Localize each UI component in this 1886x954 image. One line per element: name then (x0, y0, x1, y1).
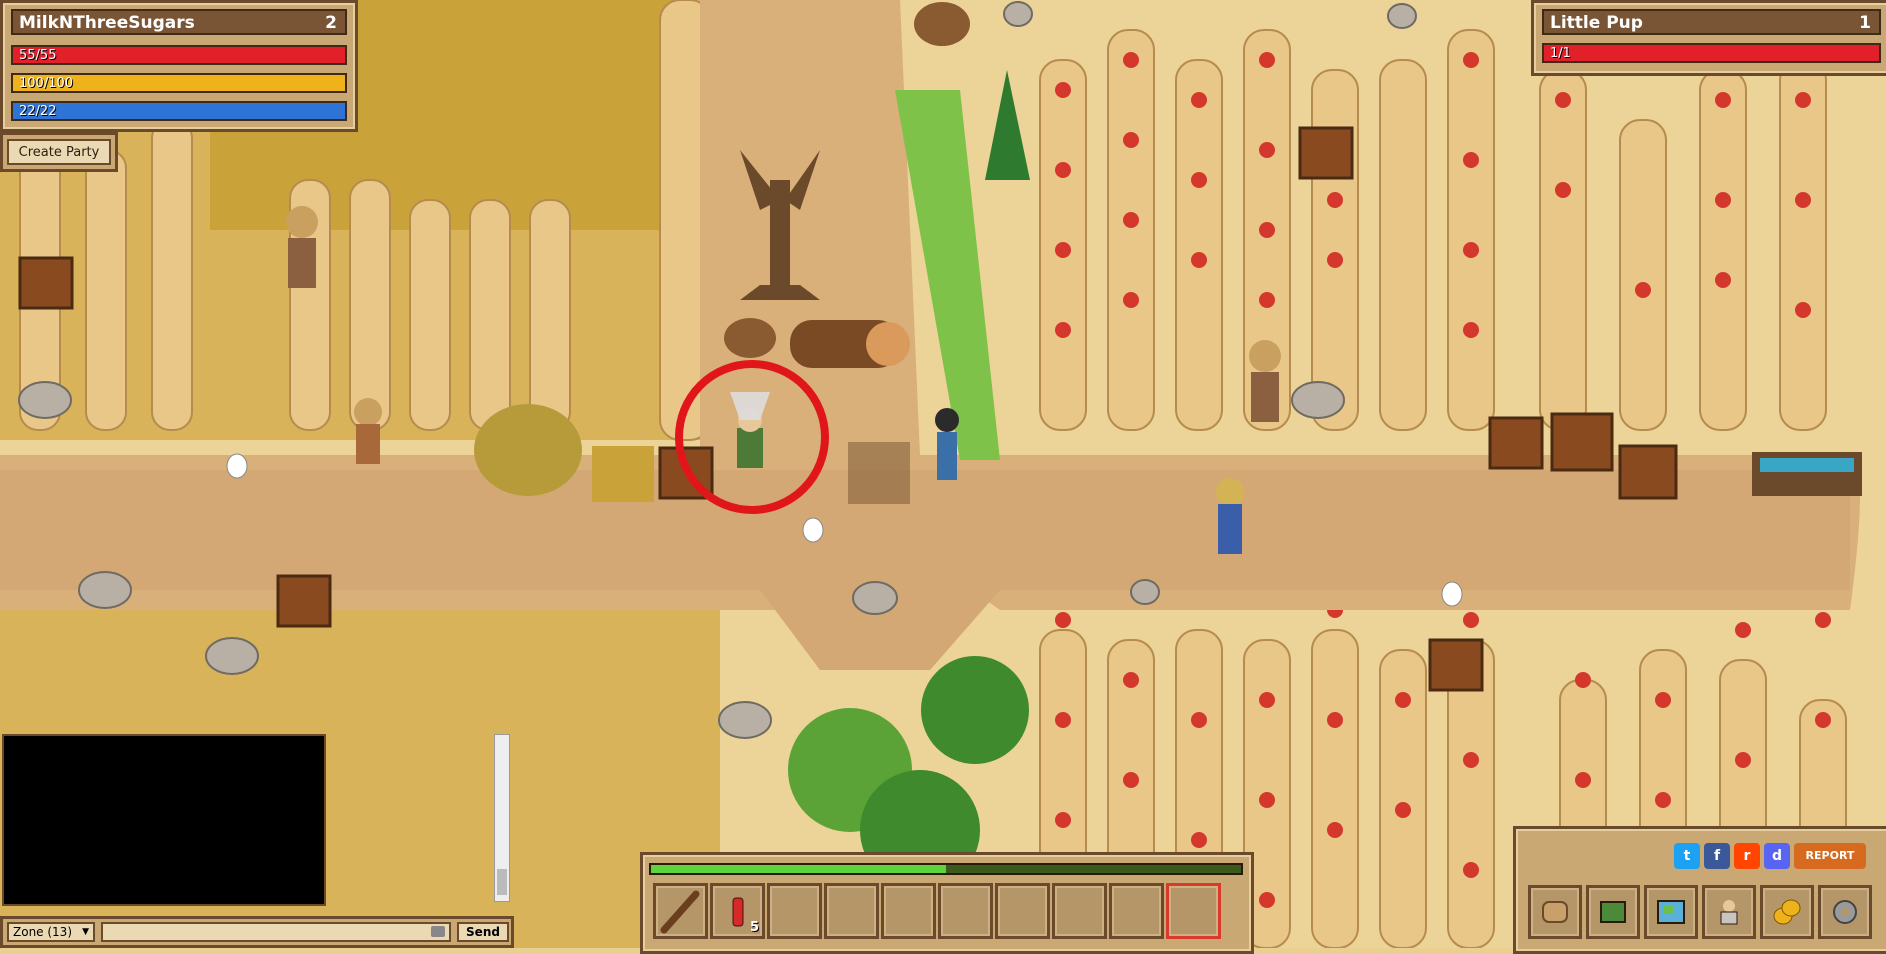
coins-icon (1773, 899, 1801, 925)
menu-buttons (1528, 885, 1872, 939)
wooden-club-icon (660, 890, 700, 934)
health-text: 55/55 (19, 48, 57, 63)
reddit-icon[interactable]: r (1734, 843, 1760, 869)
target-name-bar: Little Pup 1 (1542, 9, 1881, 35)
chat-channel-value: Zone (13) (13, 925, 72, 939)
health-bar: 55/55 (11, 45, 347, 65)
hotbar-slot[interactable] (1166, 883, 1221, 939)
keyboard-icon (431, 926, 445, 937)
hotbar: 5 (640, 852, 1254, 954)
hotbar-slot[interactable] (653, 883, 708, 939)
map-scroll-button[interactable] (1528, 885, 1582, 939)
player-frame: MilkNThreeSugars 2 55/55 100/100 22/22 (0, 0, 358, 132)
chevron-down-icon: ▼ (82, 927, 89, 937)
target-health-text: 1/1 (1550, 46, 1571, 61)
chat-panel: Zone (13) ▼ Send (0, 732, 514, 948)
twitter-icon[interactable]: t (1674, 843, 1700, 869)
facebook-icon[interactable]: f (1704, 843, 1730, 869)
world-map-icon (1657, 900, 1685, 924)
quest-book-button[interactable] (1586, 885, 1640, 939)
mana-bar-fill (13, 103, 345, 119)
social-links: t f r d REPORT (1674, 843, 1866, 869)
hotbar-slot[interactable] (767, 883, 822, 939)
target-name: Little Pup (1550, 13, 1643, 33)
target-frame: Little Pup 1 1/1 (1531, 0, 1886, 76)
mana-bar: 22/22 (11, 101, 347, 121)
mana-text: 22/22 (19, 104, 57, 119)
chat-message-input[interactable] (101, 922, 451, 942)
chat-log[interactable] (2, 734, 326, 906)
settings-gear-icon (1833, 900, 1857, 924)
hotbar-slot[interactable] (1109, 883, 1164, 939)
target-level: 1 (1859, 13, 1871, 33)
coins-button[interactable] (1760, 885, 1814, 939)
create-party-panel: Create Party (0, 132, 118, 172)
player-name: MilkNThreeSugars (19, 13, 195, 33)
report-button[interactable]: REPORT (1794, 843, 1866, 869)
hotbar-slot[interactable] (1052, 883, 1107, 939)
world-map-button[interactable] (1644, 885, 1698, 939)
experience-bar (649, 863, 1243, 875)
chat-scrollbar-thumb[interactable] (497, 869, 507, 895)
discord-icon[interactable]: d (1764, 843, 1790, 869)
energy-bar: 100/100 (11, 73, 347, 93)
hotbar-slot[interactable] (824, 883, 879, 939)
character-icon (1720, 900, 1738, 925)
map-scroll-icon (1542, 901, 1568, 923)
hotbar-slot[interactable] (881, 883, 936, 939)
character-button[interactable] (1702, 885, 1756, 939)
hotbar-slots: 5 (653, 883, 1221, 941)
chat-input-bar: Zone (13) ▼ Send (0, 916, 514, 948)
menu-dock: t f r d REPORT (1513, 826, 1886, 954)
energy-text: 100/100 (19, 76, 74, 91)
hotbar-slot[interactable]: 5 (710, 883, 765, 939)
settings-button[interactable] (1818, 885, 1872, 939)
item-quantity: 5 (749, 920, 759, 935)
hotbar-slot[interactable] (938, 883, 993, 939)
quest-book-icon (1600, 901, 1626, 923)
chat-channel-select[interactable]: Zone (13) ▼ (7, 922, 95, 942)
target-health-bar-fill (1544, 45, 1879, 61)
player-name-bar: MilkNThreeSugars 2 (11, 9, 347, 35)
target-health-bar: 1/1 (1542, 43, 1881, 63)
hotbar-slot[interactable] (995, 883, 1050, 939)
create-party-button[interactable]: Create Party (7, 139, 111, 165)
chat-send-button[interactable]: Send (457, 922, 509, 942)
chat-scrollbar[interactable] (494, 734, 510, 902)
health-bar-fill (13, 47, 345, 63)
player-level: 2 (325, 13, 337, 33)
experience-bar-fill (651, 865, 946, 873)
